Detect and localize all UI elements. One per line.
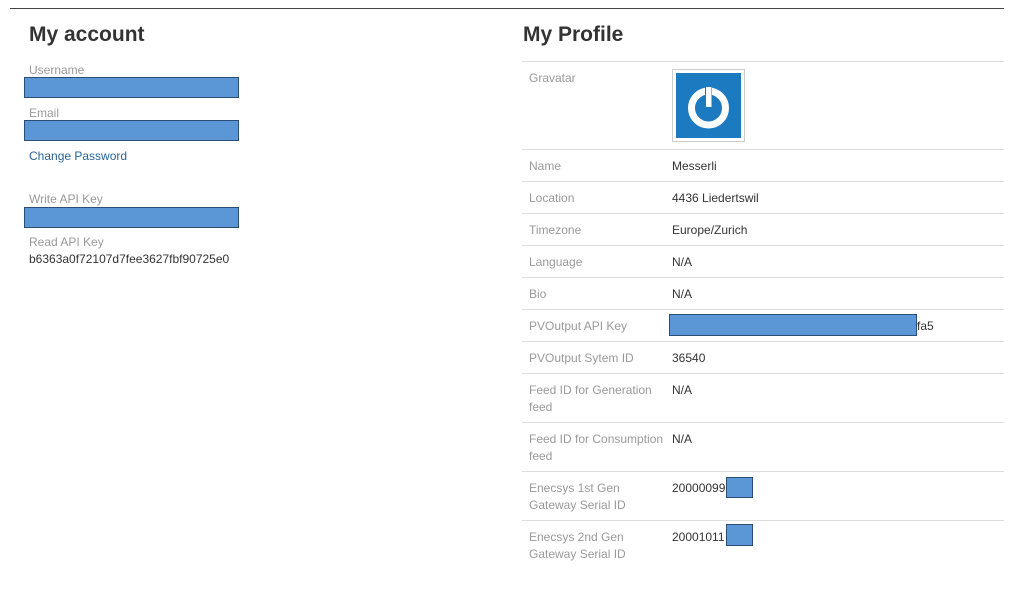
gravatar-power-logo-icon bbox=[676, 73, 741, 138]
profile-table: Gravatar Name Messerli Location 4436 Lie… bbox=[522, 61, 1004, 569]
profile-label: Location bbox=[529, 191, 575, 205]
profile-label: PVOutput Sytem ID bbox=[529, 351, 634, 365]
profile-row-pvoutput-system-id: PVOutput Sytem ID 36540 bbox=[522, 341, 1004, 373]
write-api-key-redacted[interactable] bbox=[24, 207, 239, 228]
enecsys-2nd-gen-serial-redacted bbox=[726, 524, 753, 546]
change-password-link[interactable]: Change Password bbox=[29, 149, 127, 163]
profile-row-consumption-feed: Feed ID for Consumption feed N/A bbox=[522, 422, 1004, 471]
profile-value-timezone: Europe/Zurich bbox=[672, 223, 748, 237]
username-field-redacted[interactable] bbox=[24, 77, 239, 98]
profile-label: Enecsys 1st Gen Gateway Serial ID bbox=[529, 481, 626, 512]
profile-value-pvoutput-system-id: 36540 bbox=[672, 351, 706, 365]
gravatar-image bbox=[672, 69, 745, 142]
username-label: Username bbox=[29, 63, 85, 77]
profile-label: Timezone bbox=[529, 223, 582, 237]
account-title: My account bbox=[29, 23, 145, 46]
read-api-key-label: Read API Key bbox=[29, 235, 104, 249]
profile-label: PVOutput API Key bbox=[529, 319, 628, 333]
write-api-key-label: Write API Key bbox=[29, 192, 103, 206]
profile-value-location: 4436 Liedertswil bbox=[672, 191, 759, 205]
profile-value-enecsys-2nd-gen: 20001011 bbox=[672, 530, 725, 544]
read-api-key-value: b6363a0f72107d7fee3627fbf90725e0 bbox=[29, 252, 230, 266]
top-divider bbox=[10, 8, 1004, 9]
profile-row-location: Location 4436 Liedertswil bbox=[522, 181, 1004, 213]
email-label: Email bbox=[29, 106, 60, 120]
profile-label: Feed ID for Consumption feed bbox=[529, 432, 664, 463]
profile-label: Feed ID for Generation feed bbox=[529, 383, 652, 414]
profile-row-timezone: Timezone Europe/Zurich bbox=[522, 213, 1004, 245]
profile-value-language: N/A bbox=[672, 255, 693, 269]
profile-label: Name bbox=[529, 159, 562, 173]
profile-value-name: Messerli bbox=[672, 159, 717, 173]
profile-row-name: Name Messerli bbox=[522, 149, 1004, 181]
profile-row-generation-feed: Feed ID for Generation feed N/A bbox=[522, 373, 1004, 422]
profile-row-enecsys-2nd-gen: Enecsys 2nd Gen Gateway Serial ID 200010… bbox=[522, 520, 1004, 569]
profile-label: Enecsys 2nd Gen Gateway Serial ID bbox=[529, 530, 626, 561]
profile-value-generation-feed: N/A bbox=[672, 383, 693, 397]
profile-row-language: Language N/A bbox=[522, 245, 1004, 277]
profile-row-pvoutput-api-key: PVOutput API Key fa5 bbox=[522, 309, 1004, 341]
profile-value-consumption-feed: N/A bbox=[672, 432, 693, 446]
profile-value-pvoutput-api-key: fa5 bbox=[917, 319, 934, 333]
profile-label: Bio bbox=[529, 287, 547, 301]
profile-value-bio: N/A bbox=[672, 287, 693, 301]
gravatar-label: Gravatar bbox=[529, 71, 576, 85]
profile-title: My Profile bbox=[523, 23, 624, 46]
profile-row-bio: Bio N/A bbox=[522, 277, 1004, 309]
pvoutput-api-key-redacted bbox=[669, 314, 917, 336]
profile-row-enecsys-1st-gen: Enecsys 1st Gen Gateway Serial ID 200000… bbox=[522, 471, 1004, 520]
enecsys-1st-gen-serial-redacted bbox=[726, 477, 753, 498]
email-field-redacted[interactable] bbox=[24, 120, 239, 141]
profile-value-enecsys-1st-gen: 20000099 bbox=[672, 481, 726, 495]
profile-label: Language bbox=[529, 255, 583, 269]
profile-row-gravatar: Gravatar bbox=[522, 61, 1004, 149]
